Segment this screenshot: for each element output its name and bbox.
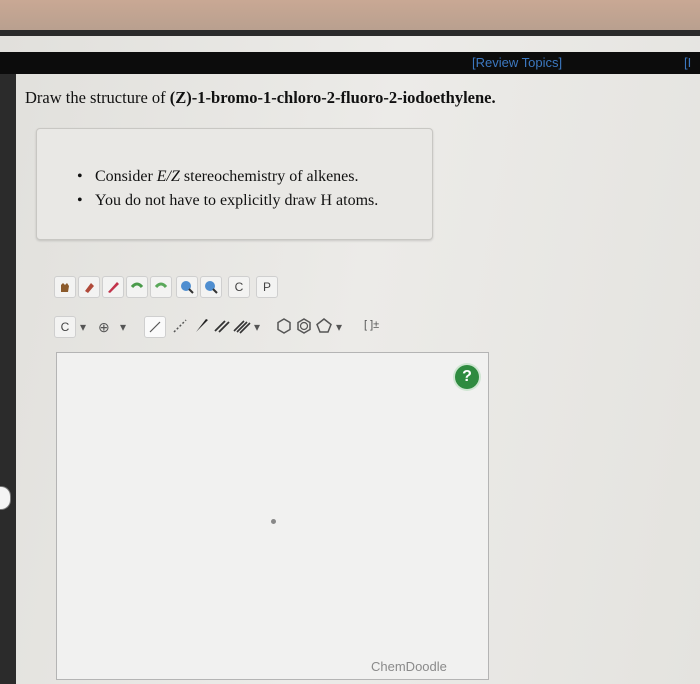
monitor-bezel-top: [0, 0, 700, 30]
drawing-canvas[interactable]: ? ChemDoodle: [56, 352, 489, 680]
hexagon-ring-icon[interactable]: [274, 316, 294, 339]
monitor-bezel-left: [0, 52, 16, 684]
chevron-down-icon[interactable]: ▾: [336, 320, 342, 334]
eraser-icon[interactable]: [78, 276, 100, 298]
zoom-out-icon[interactable]: [200, 276, 222, 298]
redo-icon[interactable]: [150, 276, 172, 298]
hint-list: • Consider E/Z stereochemistry of alkenes…: [77, 165, 378, 213]
dashed-bond-icon[interactable]: [170, 316, 190, 339]
top-nav-bar: [Review Topics] [I: [0, 52, 700, 74]
chemdoodle-toolbar: C P C ▾ ⊕ ▾ ▾ ▾ [ ]±: [50, 266, 490, 350]
wedge-bond-icon[interactable]: [192, 316, 212, 339]
chevron-down-icon[interactable]: ▾: [254, 320, 260, 334]
cut-off-link[interactable]: [I: [684, 55, 691, 70]
canvas-cursor-dot: [271, 519, 276, 524]
undo-icon[interactable]: [126, 276, 148, 298]
paste-button[interactable]: P: [256, 276, 278, 298]
hand-icon[interactable]: [54, 276, 76, 298]
help-icon[interactable]: ?: [455, 365, 479, 389]
bracket-charge-button[interactable]: [ ]±: [364, 319, 379, 331]
chemdoodle-brand: ChemDoodle: [371, 659, 447, 674]
copy-button[interactable]: C: [228, 276, 250, 298]
chevron-down-icon[interactable]: ▾: [80, 320, 86, 334]
benzene-ring-icon[interactable]: [294, 316, 314, 339]
bullet-icon: •: [77, 192, 83, 209]
charge-button[interactable]: ⊕: [98, 319, 110, 336]
single-bond-icon[interactable]: [144, 316, 166, 338]
pentagon-ring-icon[interactable]: [314, 316, 334, 339]
pencil-icon[interactable]: [102, 276, 124, 298]
review-topics-link[interactable]: [Review Topics]: [472, 55, 562, 70]
carbon-atom-button[interactable]: C: [54, 316, 76, 338]
hint-box: • Consider E/Z stereochemistry of alkenes…: [36, 128, 433, 240]
question-prefix: Draw the structure of: [25, 88, 170, 107]
hint-item: • You do not have to explicitly draw H at…: [77, 189, 378, 213]
compound-name: (Z)-1-bromo-1-chloro-2-fluoro-2-iodoethy…: [169, 88, 496, 107]
double-bond-icon[interactable]: [212, 316, 232, 339]
bullet-icon: •: [77, 168, 83, 185]
chevron-down-icon[interactable]: ▾: [120, 320, 126, 334]
triple-bond-icon[interactable]: [232, 316, 252, 339]
hint-item: • Consider E/Z stereochemistry of alkenes…: [77, 165, 378, 189]
zoom-in-icon[interactable]: [176, 276, 198, 298]
question-text: Draw the structure of (Z)-1-bromo-1-chlo…: [25, 88, 496, 108]
